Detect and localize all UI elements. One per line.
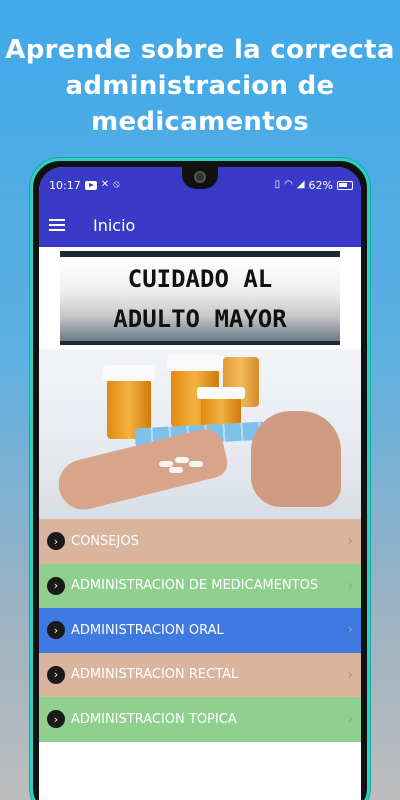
arrow-right-icon: › (47, 576, 65, 595)
banner-line-2: ADULTO MAYOR (113, 305, 287, 333)
arrow-right-icon: › (47, 710, 65, 729)
medication-photo (39, 349, 361, 519)
status-bar: 10:17 ✕ ⦸ ▯ ◠ ◢ 62% (39, 167, 361, 203)
vibrate-icon: ▯ (274, 179, 281, 190)
chevron-right-icon: › (347, 622, 353, 639)
youtube-notification-icon (84, 180, 97, 190)
banner-image: CUIDADO AL ADULTO MAYOR (60, 251, 340, 345)
signal-icon: ◢ (296, 179, 305, 190)
chevron-right-icon: › (347, 533, 353, 550)
menu-item-administracion-topica[interactable]: › ADMINISTRACION TOPICA › (39, 697, 361, 742)
menu-item-administracion-rectal[interactable]: › ADMINISTRACION RECTAL › (39, 652, 361, 697)
menu-item-label: ADMINISTRACION TOPICA (71, 711, 237, 727)
header-banner: CUIDADO AL ADULTO MAYOR (39, 247, 361, 349)
notification-icon: ✕ (100, 179, 110, 190)
battery-icon (337, 180, 353, 190)
menu-item-administracion-medicamentos[interactable]: › ADMINISTRACION DE MEDICAMENTOS › (39, 563, 361, 608)
menu-item-label: ADMINISTRACION ORAL (71, 622, 224, 638)
menu-item-administracion-oral[interactable]: › ADMINISTRACION ORAL › (39, 608, 361, 653)
battery-percent: 62% (308, 178, 333, 192)
pill-image (189, 461, 203, 467)
pill-image (175, 457, 189, 463)
menu-item-label: ADMINISTRACION RECTAL (71, 667, 239, 683)
promo-title: Aprende sobre la correcta administracion… (5, 35, 395, 137)
menu-item-consejos[interactable]: › CONSEJOS › (39, 519, 361, 564)
app-bar: Inicio (39, 203, 361, 247)
empty-area (39, 741, 361, 800)
hand-image (251, 411, 341, 507)
chevron-right-icon: › (347, 577, 353, 594)
hamburger-menu-icon[interactable] (49, 219, 65, 231)
wifi-icon: ◠ (284, 179, 293, 190)
menu-list: › CONSEJOS › › ADMINISTRACION DE MEDICAM… (39, 519, 361, 742)
banner-line-1: CUIDADO AL (127, 265, 273, 293)
arrow-right-icon: › (47, 665, 65, 684)
chevron-right-icon: › (347, 711, 353, 728)
arrow-right-icon: › (47, 621, 65, 640)
menu-item-label: ADMINISTRACION DE MEDICAMENTOS (71, 578, 319, 594)
mute-icon: ⦸ (113, 179, 120, 190)
camera-notch (182, 167, 218, 189)
app-bar-title: Inicio (93, 215, 136, 235)
phone-frame: 10:17 ✕ ⦸ ▯ ◠ ◢ 62% Inicio CUIDADO AL AD… (30, 158, 370, 800)
chevron-right-icon: › (347, 666, 353, 683)
camera-icon (194, 171, 206, 183)
status-time: 10:17 (49, 178, 81, 192)
pill-image (169, 467, 183, 473)
menu-item-label: CONSEJOS (71, 533, 139, 549)
arrow-right-icon: › (47, 532, 65, 551)
app-screen: 10:17 ✕ ⦸ ▯ ◠ ◢ 62% Inicio CUIDADO AL AD… (39, 167, 361, 800)
